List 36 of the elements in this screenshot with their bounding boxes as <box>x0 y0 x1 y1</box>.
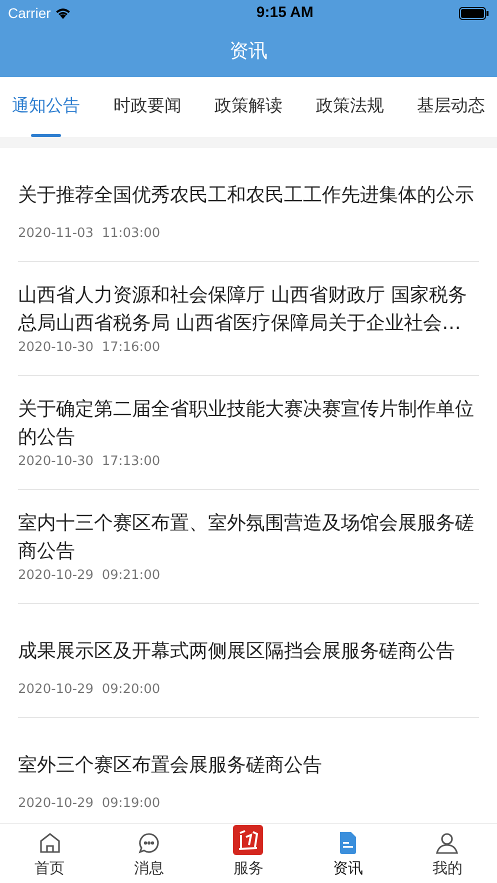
article-date: 2020-11-03 11:03:00 <box>18 224 162 242</box>
home-icon <box>38 830 62 854</box>
nav-tab[interactable]: 消息 <box>114 830 184 879</box>
battery-icon <box>459 6 489 20</box>
article-title: 山西省人力资源和社会保障厅 山西省财政厅 国家税务总局山西省税务局 山西省医疗保障局关于企业社会… <box>18 282 468 336</box>
article-title: 关于推荐全国优秀农民工和农民工工作先进集体的公示 <box>18 182 474 208</box>
nav-tab[interactable]: 首页 <box>14 830 85 879</box>
chat-bubble-icon <box>137 830 162 854</box>
nav-tab[interactable]: 资讯 <box>312 830 383 879</box>
article-item[interactable]: 关于推荐全国优秀农民工和农民工工作先进集体的公示 2020-11-03 11:03:00 <box>18 148 479 262</box>
article-title: 室内十三个赛区布置、室外氛围营造及场馆会展服务磋商公告 <box>18 510 475 564</box>
article-date: 2020-10-29 09:21:00 <box>18 566 162 584</box>
article-item[interactable]: 成果展示区及开幕式两侧展区隔挡会展服务磋商公告 2020-10-29 09:20:00 <box>18 604 479 718</box>
category-tab[interactable]: 通知公告 <box>10 77 82 137</box>
page-title: 资讯 <box>230 39 268 64</box>
category-tab[interactable]: 政策法规 <box>314 77 386 137</box>
article-date: 2020-10-30 17:16:00 <box>18 338 162 356</box>
user-icon <box>435 830 460 854</box>
tab-indicator <box>31 134 61 137</box>
carrier-label: Carrier <box>8 4 51 22</box>
article-title: 室外三个赛区布置会展服务磋商公告 <box>18 752 322 778</box>
article-title: 关于确定第二届全省职业技能大赛决赛宣传片制作单位的公告 <box>18 396 475 450</box>
nav-tab[interactable]: 服务 <box>213 824 284 879</box>
article-item[interactable]: 山西省人力资源和社会保障厅 山西省财政厅 国家税务总局山西省税务局 山西省医疗保障局关于企业社会… 2020-10-30 17:16:00 <box>18 262 479 376</box>
wifi-icon <box>54 7 71 19</box>
category-tab[interactable]: 基层动态 <box>415 77 487 137</box>
article-date: 2020-10-29 09:19:00 <box>18 794 162 812</box>
article-item[interactable]: 室内十三个赛区布置、室外氛围营造及场馆会展服务磋商公告 2020-10-29 09:21:00 <box>18 490 479 604</box>
article-item[interactable]: 关于确定第二届全省职业技能大赛决赛宣传片制作单位的公告 2020-10-30 17:13:00 <box>18 376 479 490</box>
nav-tab[interactable]: 我的 <box>412 830 482 879</box>
article-title: 成果展示区及开幕式两侧展区隔挡会展服务磋商公告 <box>18 638 455 664</box>
article-date: 2020-10-30 17:13:00 <box>18 452 162 470</box>
article-date: 2020-10-29 09:20:00 <box>18 680 162 698</box>
category-tab[interactable]: 政策解读 <box>212 77 284 137</box>
category-tab[interactable]: 时政要闻 <box>111 77 184 137</box>
clock-time: 9:15 AM <box>256 2 314 23</box>
